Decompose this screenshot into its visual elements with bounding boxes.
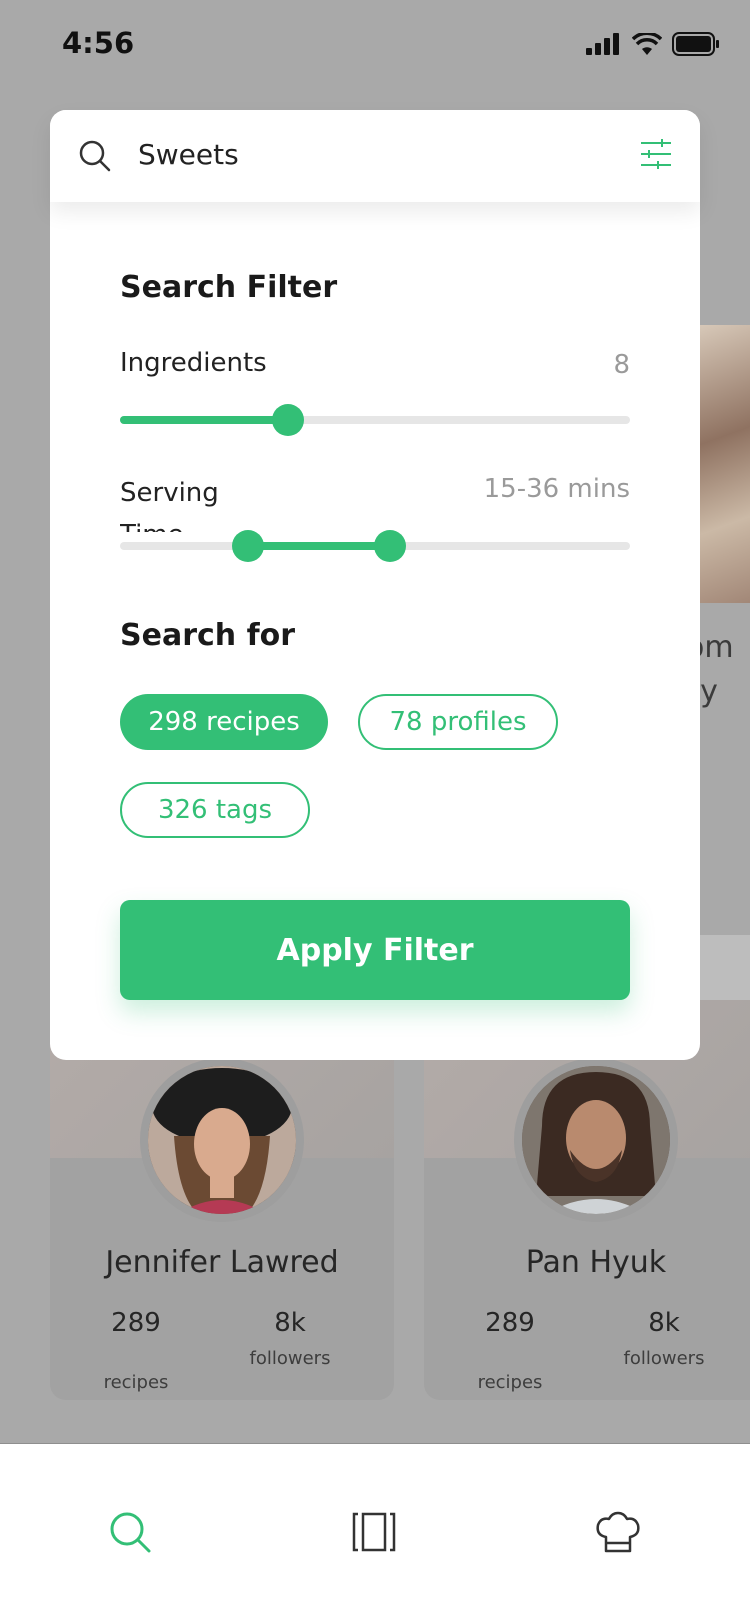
ingredients-label: Ingredients (120, 348, 267, 378)
search-icon (110, 1512, 151, 1553)
recipe-book-icon (352, 1512, 396, 1552)
profile-name: Jennifer Lawred (105, 1245, 339, 1280)
recipes-label: recipes (477, 1372, 543, 1393)
battery-icon (672, 32, 719, 56)
status-icons (586, 32, 720, 56)
search-for-title: Search for (120, 618, 296, 653)
nav-recipes[interactable] (344, 1502, 404, 1562)
serving-time-slider[interactable] (120, 530, 630, 562)
search-filter-title: Search Filter (120, 270, 338, 305)
profile-card[interactable]: Pan Hyuk 289 recipes 8k followers (424, 1000, 750, 1400)
recipes-label: recipes (103, 1372, 169, 1393)
ingredients-value: 8 (613, 350, 630, 380)
slider-thumb-min[interactable] (231, 530, 264, 562)
recipe-photo (700, 325, 750, 603)
followers-count: 8k (274, 1308, 306, 1338)
ingredients-slider[interactable] (120, 404, 630, 436)
nav-chef[interactable] (588, 1502, 648, 1562)
avatar (514, 1058, 678, 1222)
status-time: 4:56 (62, 26, 135, 60)
profile-card[interactable]: Jennifer Lawred 289 recipes 8k followers (50, 1000, 394, 1400)
slider-fill (120, 416, 289, 424)
bottom-nav (0, 1443, 750, 1624)
chip-tags[interactable]: 326 tags (120, 782, 310, 838)
slider-fill (247, 542, 391, 550)
followers-label: followers (249, 1348, 331, 1369)
serving-time-label: Serving Time (120, 478, 219, 532)
search-bar[interactable]: Sweets (50, 110, 700, 202)
followers-count: 8k (648, 1308, 680, 1338)
recipes-count: 289 (111, 1308, 161, 1338)
search-filter-modal: Sweets Search Filter Ingredients 8 Servi… (50, 110, 700, 1060)
apply-filter-button[interactable]: Apply Filter (120, 900, 630, 1000)
slider-thumb-max[interactable] (374, 530, 407, 562)
chip-recipes[interactable]: 298 recipes (120, 694, 328, 750)
followers-label: followers (623, 1348, 705, 1369)
recipes-count: 289 (485, 1308, 535, 1338)
filter-sliders-icon[interactable] (640, 138, 672, 170)
serving-time-value: 15-36 mins (483, 474, 630, 504)
avatar (140, 1058, 304, 1222)
chef-hat-icon (596, 1511, 640, 1553)
nav-search[interactable] (100, 1502, 160, 1562)
profile-name: Pan Hyuk (525, 1245, 667, 1280)
search-input[interactable]: Sweets (138, 138, 239, 171)
chip-profiles[interactable]: 78 profiles (358, 694, 558, 750)
search-icon (79, 140, 111, 172)
slider-thumb[interactable] (272, 404, 305, 436)
signal-icon (586, 33, 619, 55)
wifi-icon (632, 33, 662, 55)
